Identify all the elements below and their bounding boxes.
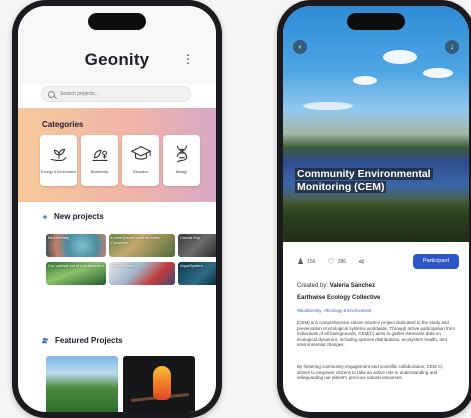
comments-stat[interactable]: ♡ 286 (328, 257, 347, 266)
featured-projects-list (46, 356, 195, 412)
forest-foreground (283, 198, 469, 242)
leaf-bug-icon (92, 149, 107, 161)
new-projects-header: New projects (42, 212, 104, 221)
project-card[interactable]: Cur validad est et non hacerunt (46, 262, 106, 285)
left-phone-frame: Geonity ⋮ Categories Ecology & Environme… (12, 0, 222, 418)
featured-projects-heading: Featured Projects (55, 336, 123, 345)
sparkle-icon (42, 213, 48, 220)
heart-icon: ♡ (327, 257, 335, 266)
project-actions-bar: ♟ 156 ♡ 286 ⋖ Participant (297, 254, 459, 269)
project-card[interactable]: Urban Health (109, 262, 175, 285)
featured-project-card-waterfall[interactable] (46, 356, 118, 412)
phone-notch (347, 13, 405, 30)
category-card-ecology[interactable]: Ecology & Environment (40, 135, 77, 186)
tag-link[interactable]: #Ecology & Environment (324, 308, 371, 313)
project-title: Cur validad est et non hacerunt (48, 263, 104, 268)
dna-icon (176, 145, 187, 163)
project-card[interactable]: BioDiversity (46, 234, 106, 257)
project-description-1: [CEM] is a comprehensive citizen science… (297, 320, 455, 348)
tag-list: #Biodiversity #Ecology & Environment (297, 308, 371, 313)
share-icon[interactable]: ⋖ (358, 257, 365, 266)
project-card[interactable]: Cassia Exp (178, 234, 216, 257)
back-button[interactable]: ‹ (293, 40, 307, 54)
phone-notch (88, 13, 146, 30)
project-title: Lorem ipsum dolor sit amet, Consecte (111, 235, 161, 245)
people-icon: ♟ (297, 257, 305, 266)
category-list: Ecology & Environment Biodiversity Educa… (40, 135, 200, 186)
tag-link[interactable]: #Biodiversity (297, 308, 321, 313)
comments-count: 286 (337, 258, 347, 265)
category-label: Biology (175, 170, 188, 174)
project-card[interactable]: AquaSystem (178, 262, 216, 285)
featured-projects-header: Featured Projects (42, 336, 123, 345)
likes-stat[interactable]: ♟ 156 (297, 257, 316, 266)
project-description-2: By fostering community engagement and sc… (297, 364, 443, 381)
project-title: Cassia Exp (180, 235, 201, 240)
more-menu-icon[interactable]: ⋮ (182, 53, 194, 65)
cloud-shape (303, 102, 353, 110)
cloud-shape (423, 68, 453, 78)
category-card-education[interactable]: Education (122, 135, 159, 186)
app-showcase: Geonity ⋮ Categories Ecology & Environme… (0, 0, 471, 418)
categories-heading: Categories (42, 120, 84, 129)
project-card[interactable]: Lorem ipsum dolor sit amet, Consecte (109, 234, 175, 257)
participate-button[interactable]: Participant (413, 254, 459, 269)
categories-section: Categories Ecology & Environment Biodive… (18, 108, 216, 202)
home-screen: Geonity ⋮ Categories Ecology & Environme… (18, 6, 216, 412)
created-by-label: Created by: (297, 283, 329, 289)
search-bar[interactable] (41, 86, 191, 102)
search-icon (48, 90, 55, 98)
category-card-biodiversity[interactable]: Biodiversity (81, 135, 118, 186)
new-projects-heading: New projects (54, 212, 104, 221)
category-label: Ecology & Environment (40, 170, 77, 174)
search-input[interactable] (60, 91, 170, 97)
new-projects-grid: BioDiversity Lorem ipsum dolor sit amet,… (46, 234, 216, 285)
likes-count: 156 (307, 258, 316, 265)
project-title: Urban Health (111, 263, 135, 268)
category-card-biology[interactable]: Biology (163, 135, 200, 186)
download-icon[interactable]: ↓ (445, 40, 459, 54)
category-label: Education (132, 170, 149, 174)
project-title: Community Environmental Monitoring (CEM) (295, 168, 433, 193)
people-icon (42, 337, 49, 344)
project-detail-screen: ‹ ↓ Community Environmental Monitoring (… (283, 6, 469, 412)
project-hero-image: ‹ ↓ Community Environmental Monitoring (… (283, 6, 469, 242)
parrot-image (153, 366, 171, 400)
creator-name[interactable]: Valeria Sánchez (330, 283, 375, 289)
cloud-shape (353, 76, 377, 85)
organization-name[interactable]: Earthwise Ecology Collective (297, 295, 380, 301)
cloud-shape (383, 50, 417, 64)
graduation-cap-icon (130, 146, 151, 160)
project-title: BioDiversity (48, 235, 70, 240)
right-phone-frame: ‹ ↓ Community Environmental Monitoring (… (277, 0, 471, 418)
featured-project-card-parrot[interactable] (123, 356, 195, 412)
category-label: Biodiversity (90, 170, 109, 174)
project-title: AquaSystem (180, 263, 203, 268)
created-by-line: Created by: Valeria Sánchez (297, 283, 375, 289)
plant-hand-icon (50, 148, 67, 161)
